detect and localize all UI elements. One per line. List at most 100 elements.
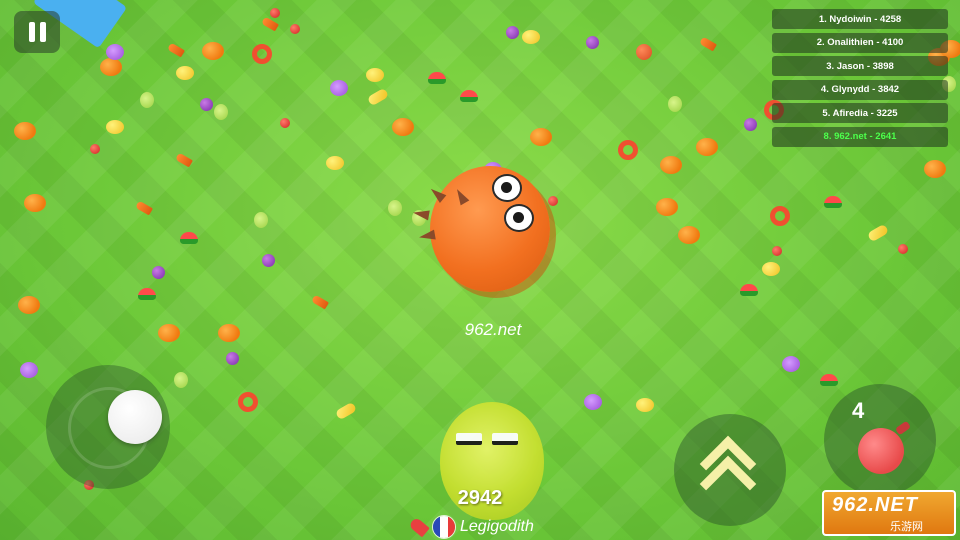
leaderboard-row: 4. Glynydd - 3842	[772, 79, 948, 100]
fruit-pickup	[586, 36, 599, 49]
fruit-pickup	[770, 206, 790, 226]
distant-player-label	[450, 8, 490, 13]
fruit-pickup	[782, 356, 800, 372]
fruit-pickup	[106, 120, 124, 134]
leaderboard-row: 1. Nydoiwin - 4258	[772, 9, 948, 29]
fruit-pickup	[772, 246, 782, 256]
watermark-sub: 乐游网	[890, 521, 923, 533]
bomb-count: 4	[852, 398, 865, 423]
leaderboard-row: 3. Jason - 3898	[772, 56, 948, 76]
fruit-pickup	[636, 44, 652, 60]
fruit-pickup	[334, 401, 358, 421]
fruit-pickup	[924, 160, 946, 178]
fruit-pickup	[428, 72, 446, 84]
fruit-pickup	[618, 140, 638, 160]
player-name-row: Legigodith	[408, 514, 534, 540]
fruit-pickup	[366, 68, 384, 82]
fruit-pickup	[202, 42, 224, 60]
fruit-pickup	[152, 266, 165, 279]
fruit-pickup	[140, 92, 154, 108]
fruit-pickup	[326, 156, 344, 170]
fruit-pickup	[261, 16, 279, 32]
fruit-pickup	[744, 118, 757, 131]
fruit-pickup	[135, 200, 153, 216]
fruit-pickup	[820, 374, 838, 386]
leaderboard: 1. Nydoiwin - 4258 2. Onalithien - 4100 3.…	[772, 9, 948, 150]
player-eye-right	[492, 433, 518, 445]
watermark-brand: 962.NET	[832, 494, 918, 516]
fruit-pickup	[226, 352, 239, 365]
fruit-pickup	[180, 232, 198, 244]
fruit-pickup	[866, 223, 890, 243]
fruit-pickup	[740, 284, 758, 296]
spike	[418, 229, 436, 243]
leaderboard-row: 5. Afiredia - 3225	[772, 103, 948, 123]
fruit-pickup	[548, 196, 558, 206]
fruit-pickup	[762, 262, 780, 276]
joystick[interactable]	[46, 365, 170, 489]
fruit-pickup	[696, 138, 718, 156]
site-watermark: 962.NET 乐游网	[822, 490, 956, 536]
fruit-pickup	[392, 118, 414, 136]
fruit-pickup	[678, 226, 700, 244]
fruit-pickup	[898, 244, 908, 254]
bomb-fuse	[894, 420, 912, 436]
enemy-name-label: 962.net	[464, 320, 522, 339]
enemy-blob	[412, 166, 550, 292]
fruit-pickup	[270, 8, 280, 18]
fruit-pickup	[656, 198, 678, 216]
player-eye-left	[456, 433, 482, 445]
pause-button[interactable]	[14, 11, 60, 53]
fruit-pickup	[218, 324, 240, 342]
fruit-pickup	[388, 200, 402, 216]
fruit-pickup	[280, 118, 290, 128]
fruit-pickup	[530, 128, 552, 146]
fruit-pickup	[262, 254, 275, 267]
fruit-pickup	[167, 42, 185, 58]
joystick-knob[interactable]	[108, 390, 162, 444]
fruit-pickup	[636, 398, 654, 412]
player-score: 2942	[457, 487, 503, 509]
rocket-icon	[408, 516, 430, 538]
fruit-pickup	[330, 80, 348, 96]
fruit-pickup	[20, 362, 38, 378]
fruit-pickup	[138, 288, 156, 300]
fruit-pickup	[175, 152, 193, 168]
fruit-pickup	[699, 36, 717, 52]
fruit-pickup	[174, 372, 188, 388]
fruit-pickup	[506, 26, 519, 39]
bomb-icon	[858, 428, 904, 474]
fruit-pickup	[158, 324, 180, 342]
fruit-pickup	[24, 194, 46, 212]
fruit-pickup	[366, 87, 390, 107]
fruit-pickup	[460, 90, 478, 102]
fruit-pickup	[290, 24, 300, 34]
player-name-label: Legigodith	[460, 518, 534, 535]
fruit-pickup	[660, 156, 682, 174]
fruit-pickup	[522, 30, 540, 44]
spike	[452, 186, 470, 206]
pause-icon	[28, 22, 35, 42]
fruit-pickup	[238, 392, 258, 412]
fruit-pickup	[200, 98, 213, 111]
fruit-pickup	[90, 144, 100, 154]
fruit-pickup	[254, 212, 268, 228]
enemy-eye-left	[492, 174, 522, 202]
fruit-pickup	[106, 44, 124, 60]
fruit-pickup	[824, 196, 842, 208]
pause-icon-bar	[39, 22, 46, 42]
fruit-pickup	[311, 294, 329, 310]
fruit-pickup	[252, 44, 272, 64]
fruit-pickup	[14, 122, 36, 140]
fruit-pickup	[668, 96, 682, 112]
fruit-pickup	[18, 296, 40, 314]
fruit-pickup	[214, 104, 228, 120]
leaderboard-row: 2. Onalithien - 4100	[772, 32, 948, 53]
fruit-pickup	[176, 66, 194, 80]
fruit-pickup	[584, 394, 602, 410]
bomb-button[interactable]: 4	[824, 384, 936, 496]
boost-button[interactable]	[674, 414, 786, 526]
enemy-eye-right	[504, 204, 534, 232]
france-flag-icon	[432, 515, 456, 539]
leaderboard-row: 8. 962.net - 2641	[772, 126, 948, 147]
